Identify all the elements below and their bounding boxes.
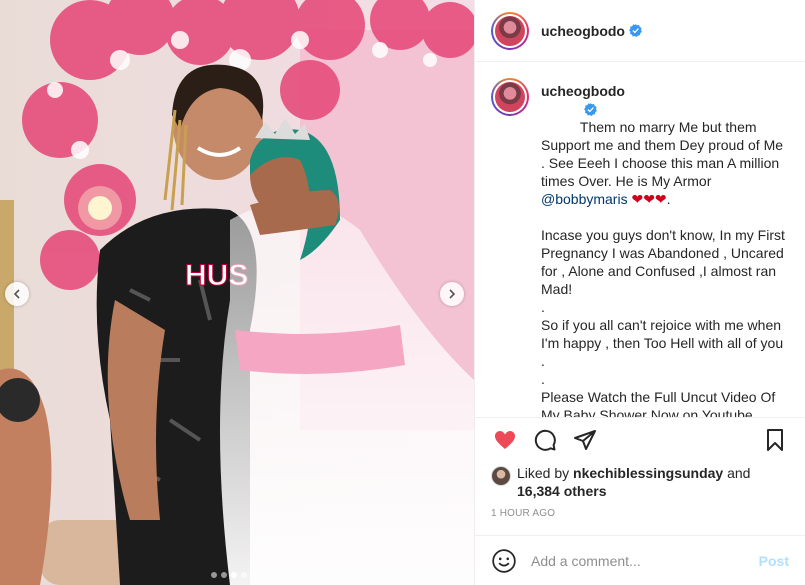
caption-text: Them no marry Me but them Support me and… [541, 119, 787, 189]
caption-row: ucheogbodo Them no marry Me but them Sup… [491, 78, 789, 418]
next-photo-button[interactable] [440, 282, 464, 306]
chevron-left-icon [13, 289, 20, 299]
comment-icon [534, 429, 556, 451]
likes-summary: Liked by nkechiblessingsunday and 16,384… [475, 462, 805, 502]
carousel-dot [211, 572, 217, 578]
chevron-right-icon [449, 289, 456, 299]
carousel-indicator [211, 572, 257, 578]
liker-username[interactable]: nkechiblessingsunday [573, 465, 723, 481]
carousel-dot [251, 572, 257, 578]
post-photo[interactable]: HUS [0, 0, 474, 585]
post-header: ucheogbodo [475, 0, 805, 62]
carousel-dot [231, 572, 237, 578]
save-button[interactable] [755, 420, 795, 460]
mention-link[interactable]: @bobbymaris [541, 191, 628, 207]
header-username[interactable]: ucheogbodo [541, 23, 625, 39]
like-button[interactable] [485, 420, 525, 460]
bookmark-icon [767, 429, 783, 451]
couple-photo: HUS [0, 0, 474, 585]
caption-text-continued: Incase you guys don't know, In my First … [541, 227, 785, 418]
caption: ucheogbodo Them no marry Me but them Sup… [541, 82, 789, 418]
add-comment-bar: Post [475, 535, 805, 585]
timestamp[interactable]: 1 HOUR AGO [475, 502, 805, 535]
liker-avatar[interactable] [491, 466, 511, 486]
carousel-dot [221, 572, 227, 578]
carousel-dot [241, 572, 247, 578]
heart-icon [495, 431, 515, 449]
comments-section: ucheogbodo Them no marry Me but them Sup… [475, 62, 805, 418]
comment-input[interactable] [531, 552, 759, 569]
likes-count[interactable]: 16,384 others [517, 483, 607, 499]
post-comment-button[interactable]: Post [759, 553, 789, 569]
caption-avatar[interactable] [491, 78, 529, 116]
verified-badge-icon [629, 24, 642, 37]
paper-plane-icon [574, 430, 596, 450]
share-button[interactable] [565, 420, 605, 460]
post-sidebar: ucheogbodo ucheogbodo Them no marry Me b… [474, 0, 805, 585]
instagram-post: HUS ucheogbodo ucheogbodo Them no marry … [0, 0, 805, 585]
avatar[interactable] [491, 11, 529, 50]
emoji-icon[interactable] [491, 548, 517, 574]
action-bar [475, 418, 805, 462]
heart-emoji: ❤❤❤ [631, 191, 667, 207]
previous-photo-button[interactable] [5, 282, 29, 306]
verified-badge-icon [583, 103, 597, 116]
caption-username[interactable]: ucheogbodo [541, 83, 625, 99]
comment-button[interactable] [525, 420, 565, 460]
